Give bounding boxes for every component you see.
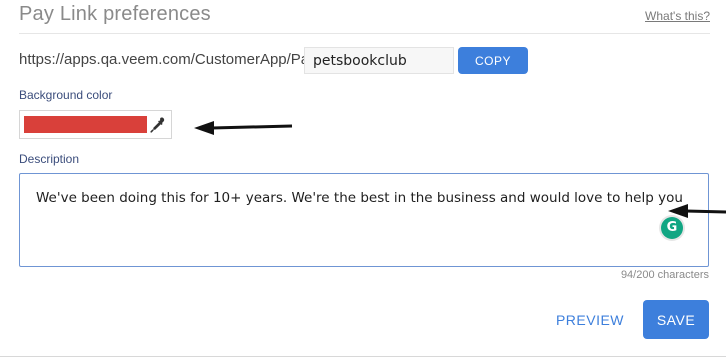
bottom-divider — [0, 356, 726, 357]
character-count: 94/200 characters — [620, 269, 709, 281]
pay-link-preferences-panel: Pay Link preferences What's this? https:… — [0, 0, 726, 359]
color-swatch[interactable] — [24, 116, 147, 133]
pay-link-url-prefix: https://apps.qa.veem.com/CustomerApp/Pay… — [19, 51, 321, 68]
save-button[interactable]: SAVE — [643, 300, 709, 339]
grammarly-icon[interactable]: G — [661, 217, 683, 239]
whats-this-link[interactable]: What's this? — [645, 9, 710, 23]
preview-button[interactable]: PREVIEW — [548, 302, 632, 338]
copy-button[interactable]: COPY — [458, 47, 528, 74]
arrow-to-color-picker — [194, 121, 293, 135]
page-title: Pay Link preferences — [19, 3, 211, 25]
header-divider — [19, 33, 710, 34]
eyedropper-icon[interactable] — [148, 116, 166, 134]
description-label: Description — [19, 152, 80, 166]
pay-link-slug-input[interactable] — [304, 47, 454, 74]
background-color-picker[interactable] — [19, 110, 172, 139]
description-textarea[interactable]: We've been doing this for 10+ years. We'… — [19, 173, 709, 267]
background-color-label: Background color — [19, 88, 113, 102]
